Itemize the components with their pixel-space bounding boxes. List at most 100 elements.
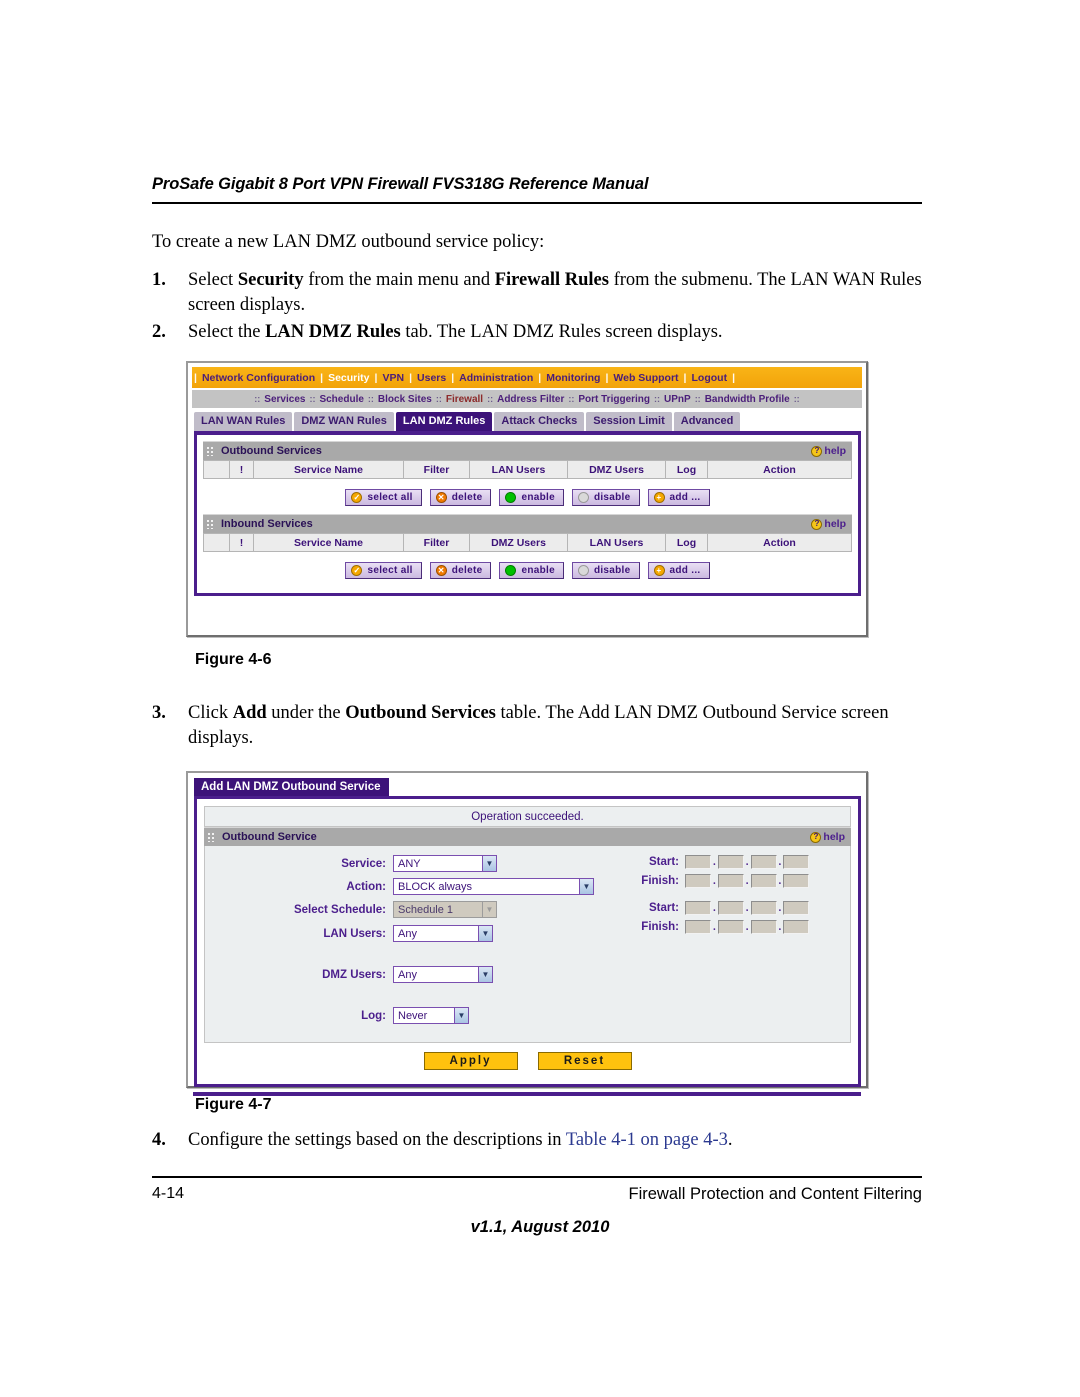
ip-octet-field-1[interactable]	[685, 901, 711, 915]
service-dropdown[interactable]: ANY ▼	[393, 855, 497, 872]
submenu-item-bandwidth-profile[interactable]: Bandwidth Profile	[702, 394, 793, 405]
ip-octet-field-4[interactable]	[783, 920, 810, 934]
form-action-buttons[interactable]: Apply Reset	[204, 1043, 851, 1077]
router-main-menu[interactable]: | Network Configuration | Security | VPN | User…	[192, 367, 862, 388]
menu-separator: |	[605, 371, 609, 384]
ip-octet-field-1[interactable]	[685, 920, 711, 934]
lanusers-dropdown[interactable]: Any ▼	[393, 925, 493, 942]
button-label: enable	[521, 492, 555, 503]
form-row-dmzusers: DMZ Users: Any ▼	[215, 966, 840, 983]
menu-separator: |	[538, 371, 542, 384]
inbound-action-buttons[interactable]: ✓ select all ✕ delete enable disable + add ...	[203, 552, 852, 587]
main-menu-item-security[interactable]: Security	[323, 372, 374, 384]
outbound-col-log: Log	[665, 460, 708, 479]
inbound-col-service-name: Service Name	[253, 533, 404, 552]
ip-octet-field-2[interactable]	[717, 901, 744, 915]
help-button-inbound[interactable]: ? help	[811, 518, 846, 530]
action-dropdown[interactable]: BLOCK always ▼	[393, 878, 594, 895]
button-label: enable	[521, 565, 555, 576]
ip-octet-field-4[interactable]	[783, 855, 810, 869]
help-button-outbound[interactable]: ? help	[811, 445, 846, 457]
disable-button[interactable]: disable	[571, 562, 640, 579]
main-menu-item-monitoring[interactable]: Monitoring	[541, 372, 605, 384]
selectall-button[interactable]: ✓ select all	[345, 489, 422, 506]
tab-dmz-wan-rules[interactable]: DMZ WAN Rules	[294, 412, 394, 431]
apply-button[interactable]: Apply	[423, 1052, 518, 1070]
emphasis-text: LAN DMZ Rules	[265, 322, 401, 342]
outbound-service-section-title: Outbound Service	[222, 831, 317, 843]
add-service-panel: Operation succeeded. Outbound Service ? …	[194, 796, 861, 1087]
submenu-item-address-filter[interactable]: Address Filter	[494, 394, 567, 405]
dmzusers-label: DMZ Users:	[322, 968, 386, 981]
main-menu-item-users[interactable]: Users	[412, 372, 451, 384]
outbound-action-buttons[interactable]: ✓ select all ✕ delete enable disable + add ...	[203, 479, 852, 514]
outbound-col-lan-users: LAN Users	[469, 460, 568, 479]
ip-octet-field-3[interactable]	[750, 920, 777, 934]
router-sub-menu[interactable]: :: Services:: Schedule:: Block Sites:: Firew…	[192, 390, 862, 408]
add-service-form: Service: ANY ▼ Action: BLOCK always ▼ Select S…	[204, 846, 851, 1043]
ip-octet-field-4[interactable]	[783, 874, 810, 888]
selectall-button[interactable]: ✓ select all	[345, 562, 422, 579]
ip-octet-field-3[interactable]	[750, 855, 777, 869]
button-label: delete	[451, 565, 483, 576]
log-label: Log:	[361, 1009, 386, 1022]
enable-button[interactable]: enable	[499, 562, 564, 579]
outbound-col-action: Action	[707, 460, 852, 479]
green-circle-icon	[505, 492, 517, 503]
emphasis-text: Security	[237, 270, 304, 290]
panel-bottom-rule	[193, 1092, 861, 1096]
tab-lan-dmz-rules[interactable]: LAN DMZ Rules	[395, 412, 493, 431]
plus-circle-icon: +	[653, 565, 665, 576]
add-button[interactable]: + add ...	[647, 562, 710, 579]
ip-octet-field-2[interactable]	[717, 920, 744, 934]
ip-dot-separator: .	[713, 875, 716, 887]
ip-range-rows: Start:... Finish:... Start:... Finish:...	[635, 855, 810, 939]
submenu-item-services[interactable]: Services	[261, 394, 308, 405]
ip-octet-field-4[interactable]	[783, 901, 810, 915]
tab-attack-checks[interactable]: Attack Checks	[494, 412, 585, 431]
button-label: add ...	[669, 492, 701, 503]
ip-octet-field-1[interactable]	[685, 855, 711, 869]
outbound-col-checkbox	[203, 460, 230, 479]
submenu-item-block-sites[interactable]: Block Sites	[375, 394, 435, 405]
tab-lan-wan-rules[interactable]: LAN WAN Rules	[194, 412, 293, 431]
delete-button[interactable]: ✕ delete	[429, 562, 492, 579]
delete-button[interactable]: ✕ delete	[429, 489, 492, 506]
outbound-services-table: ! Service Name Filter LAN Users DMZ User…	[203, 460, 852, 479]
router-tab-strip[interactable]: LAN WAN Rules DMZ WAN Rules LAN DMZ Rules A…	[194, 410, 862, 431]
ip-octet-field-2[interactable]	[717, 855, 744, 869]
main-menu-item-administration[interactable]: Administration	[454, 372, 538, 384]
cross-reference-link[interactable]: Table 4-1 on page 4-3	[566, 1130, 728, 1150]
body-text: Select the	[188, 322, 266, 342]
step-1-number: 1.	[152, 270, 166, 290]
outbound-services-header: Outbound Services ? help	[203, 441, 852, 460]
ip-octet-field-2[interactable]	[717, 874, 744, 888]
ip-octet-field-1[interactable]	[685, 874, 711, 888]
figure-4-7-caption: Figure 4-7	[195, 1096, 272, 1113]
chevron-down-icon: ▼	[579, 879, 593, 894]
submenu-item-firewall[interactable]: Firewall	[443, 394, 486, 405]
reset-button[interactable]: Reset	[537, 1052, 632, 1070]
dmzusers-dropdown[interactable]: Any ▼	[393, 966, 493, 983]
main-menu-item-network-configuration[interactable]: Network Configuration	[197, 372, 320, 384]
enable-button[interactable]: enable	[499, 489, 564, 506]
main-menu-item-logout[interactable]: Logout	[687, 372, 733, 384]
main-menu-item-web-support[interactable]: Web Support	[608, 372, 683, 384]
ip-octet-field-3[interactable]	[750, 874, 777, 888]
ip-dot-separator: .	[713, 921, 716, 933]
submenu-item-upnp[interactable]: UPnP	[661, 394, 694, 405]
ip-octet-field-3[interactable]	[750, 901, 777, 915]
help-label: help	[824, 518, 846, 530]
ip-dot-separator: .	[745, 902, 749, 914]
tab-session-limit[interactable]: Session Limit	[586, 412, 672, 431]
log-dropdown[interactable]: Never ▼	[393, 1007, 469, 1024]
submenu-item-port-triggering[interactable]: Port Triggering	[575, 394, 653, 405]
step-1: 1. Select Security from the main menu an…	[152, 268, 942, 318]
help-button-add-service[interactable]: ? help	[810, 831, 845, 843]
add-button[interactable]: + add ...	[647, 489, 710, 506]
submenu-item-schedule[interactable]: Schedule	[316, 394, 366, 405]
tab-advanced[interactable]: Advanced	[673, 412, 741, 431]
step-4-text: Configure the settings based on the desc…	[188, 1128, 942, 1153]
main-menu-item-vpn[interactable]: VPN	[377, 372, 409, 384]
disable-button[interactable]: disable	[571, 489, 640, 506]
